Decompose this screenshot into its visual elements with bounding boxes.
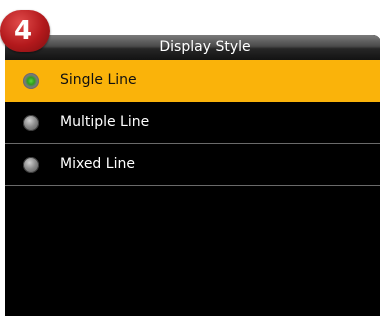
option-label: Mixed Line bbox=[60, 156, 135, 172]
radio-off-icon[interactable] bbox=[23, 115, 39, 131]
option-label: Single Line bbox=[60, 72, 137, 88]
option-mixed-line[interactable]: Mixed Line bbox=[5, 144, 380, 186]
page-title: Display Style bbox=[159, 39, 251, 55]
option-label: Multiple Line bbox=[60, 114, 150, 130]
step-badge: 4 bbox=[0, 10, 50, 52]
step-number: 4 bbox=[13, 16, 33, 46]
title-bar: Display Style bbox=[5, 35, 380, 60]
radio-on-icon[interactable] bbox=[23, 73, 39, 89]
screen: Display Style Single Line Multiple Line … bbox=[5, 35, 380, 316]
option-list: Single Line Multiple Line Mixed Line bbox=[5, 60, 380, 186]
radio-off-icon[interactable] bbox=[23, 157, 39, 173]
option-single-line[interactable]: Single Line bbox=[5, 60, 380, 102]
device-display: Display Style Single Line Multiple Line … bbox=[0, 0, 380, 316]
option-multiple-line[interactable]: Multiple Line bbox=[5, 102, 380, 144]
